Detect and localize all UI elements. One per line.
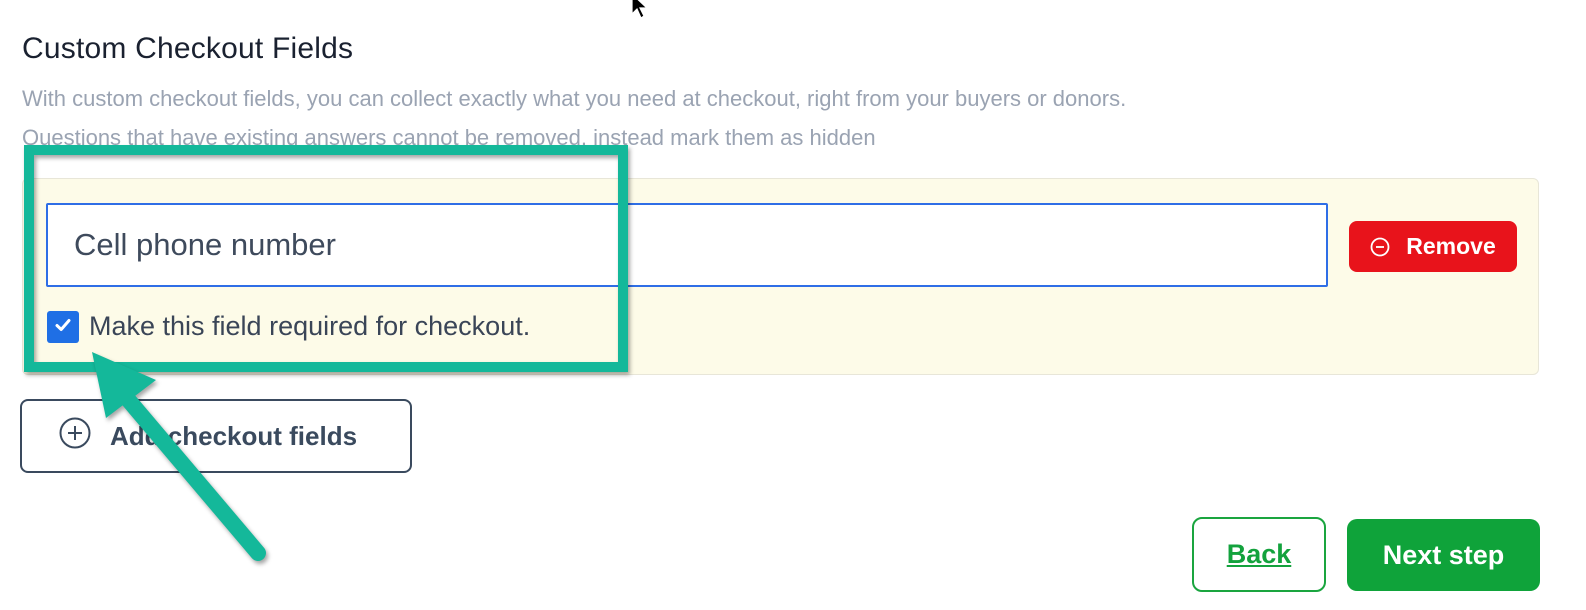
check-icon	[53, 315, 73, 340]
plus-circle-icon	[58, 416, 92, 457]
section-hint: Questions that have existing answers can…	[22, 125, 876, 150]
section-title: Custom Checkout Fields	[22, 32, 354, 65]
section-description: With custom checkout fields, you can col…	[22, 86, 1127, 111]
add-checkout-fields-label: Add checkout fields	[110, 420, 358, 451]
remove-button-label: Remove	[1406, 233, 1496, 259]
required-checkbox[interactable]	[47, 311, 79, 343]
minus-circle-icon	[1370, 237, 1390, 257]
next-step-button[interactable]: Next step	[1347, 519, 1540, 591]
mouse-cursor-icon	[630, 0, 652, 29]
add-checkout-fields-button[interactable]: Add checkout fields	[20, 399, 412, 473]
back-button[interactable]: Back	[1192, 517, 1326, 592]
required-checkbox-label[interactable]: Make this field required for checkout.	[89, 311, 530, 342]
field-question-input[interactable]	[46, 203, 1328, 287]
remove-button[interactable]: Remove	[1349, 221, 1517, 272]
